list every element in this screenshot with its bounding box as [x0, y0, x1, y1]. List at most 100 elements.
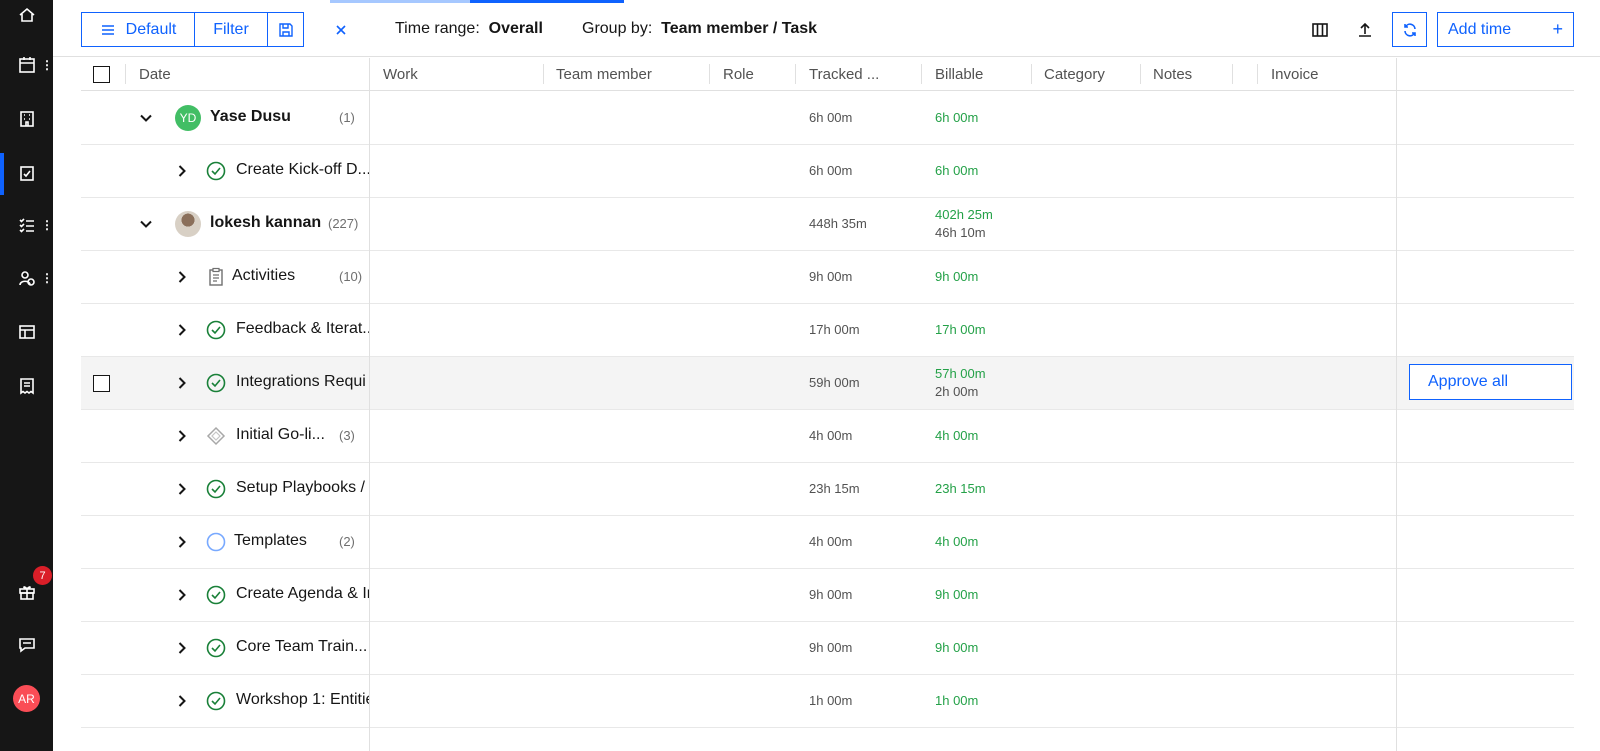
billable-value: 4h 00m — [935, 534, 979, 549]
chevron-right-icon[interactable] — [175, 164, 189, 178]
task-row[interactable]: Setup Playbooks / I 23h 15m 23h 15m — [81, 463, 1574, 516]
chevron-down-icon[interactable] — [139, 111, 153, 125]
receipt-icon[interactable] — [0, 366, 53, 406]
people-icon[interactable]: ⋮ — [0, 258, 53, 298]
chevron-right-icon[interactable] — [175, 323, 189, 337]
chevron-right-icon[interactable] — [175, 641, 189, 655]
column-header-notes[interactable]: Notes — [1153, 66, 1192, 83]
columns-button[interactable] — [1302, 12, 1337, 47]
column-divider — [921, 64, 922, 84]
billable-value: 9h 00m — [935, 587, 979, 602]
column-header-tracked[interactable]: Tracked ... — [809, 66, 879, 83]
chevron-right-icon[interactable] — [175, 694, 189, 708]
time-range-selector[interactable]: Time range: Overall — [395, 20, 543, 38]
task-name[interactable]: Initial Go-li... — [236, 426, 325, 444]
save-view-button[interactable] — [267, 12, 304, 47]
task-name[interactable]: Integrations Requi — [236, 373, 366, 391]
task-row[interactable]: Activities (10) 9h 00m 9h 00m — [81, 251, 1574, 304]
add-time-button[interactable]: Add time + — [1437, 12, 1574, 47]
select-all-checkbox[interactable] — [93, 66, 110, 83]
group-by-label: Group by: — [582, 20, 653, 37]
chevron-right-icon[interactable] — [175, 429, 189, 443]
tracked-value: 17h 00m — [809, 322, 860, 337]
member-name: Yase Dusu — [210, 108, 291, 125]
column-divider — [1232, 64, 1233, 84]
tracked-value: 9h 00m — [809, 587, 853, 602]
more-icon[interactable]: ⋮ — [41, 270, 53, 286]
task-name[interactable]: Feedback & Iterat... — [236, 320, 369, 338]
task-row[interactable]: Feedback & Iterat... 17h 00m 17h 00m — [81, 304, 1574, 357]
task-name[interactable]: Workshop 1: Entitie — [236, 691, 369, 709]
refresh-button[interactable] — [1392, 12, 1427, 47]
column-header-role[interactable]: Role — [723, 66, 754, 83]
menu-icon — [101, 24, 114, 35]
action-column-divider — [1396, 58, 1397, 751]
task-row[interactable]: Integrations Requi 59h 00m 57h 00m 2h 00m Ap… — [81, 357, 1574, 410]
member-group-row[interactable]: YD Yase Dusu (1) 6h 00m 6h 00m — [81, 92, 1574, 145]
building-icon[interactable] — [0, 99, 53, 139]
column-header-date[interactable]: Date — [139, 66, 171, 83]
task-name[interactable]: Create Kick-off D... — [236, 161, 369, 179]
member-name: lokesh kannan — [210, 214, 322, 231]
chevron-right-icon[interactable] — [175, 535, 189, 549]
tracked-value: 59h 00m — [809, 375, 860, 390]
column-header-billable[interactable]: Billable — [935, 66, 983, 83]
filter-button[interactable]: Filter — [194, 12, 268, 47]
checklist-icon[interactable]: ⋮ — [0, 205, 53, 245]
column-header-team-member[interactable]: Team member — [556, 66, 652, 83]
chevron-down-icon[interactable] — [139, 217, 153, 231]
task-row[interactable]: Templates (2) 4h 00m 4h 00m — [81, 516, 1574, 569]
tracked-value: 6h 00m — [809, 110, 853, 125]
export-button[interactable] — [1347, 12, 1382, 47]
task-name[interactable]: Create Agenda & Ir — [236, 585, 369, 603]
task-row[interactable]: Workshop 1: Entitie 1h 00m 1h 00m — [81, 675, 1574, 728]
check-circle-icon — [206, 373, 226, 393]
plus-icon: + — [1552, 19, 1563, 39]
row-checkbox[interactable] — [93, 375, 110, 392]
clipboard-icon — [206, 267, 226, 287]
task-name[interactable]: Core Team Train... — [236, 638, 367, 656]
task-row[interactable]: Initial Go-li... (3) 4h 00m 4h 00m — [81, 410, 1574, 463]
billable-value: 9h 00m — [935, 269, 979, 284]
task-name[interactable]: Setup Playbooks / I — [236, 479, 369, 497]
columns-icon — [1311, 22, 1328, 37]
item-count: (227) — [328, 216, 359, 231]
calendar-icon[interactable]: ⋮ — [0, 45, 53, 85]
billable-value: 6h 00m — [935, 163, 979, 178]
timesheet-icon[interactable] — [0, 153, 53, 193]
view-default-button[interactable]: Default — [81, 12, 195, 47]
home-icon[interactable] — [0, 0, 53, 35]
notification-badge: 7 — [33, 566, 52, 585]
column-divider — [1140, 64, 1141, 84]
clear-filter-button[interactable] — [323, 12, 358, 47]
column-header-invoice[interactable]: Invoice — [1271, 66, 1319, 83]
chevron-right-icon[interactable] — [175, 376, 189, 390]
task-row[interactable]: Create Agenda & Ir 9h 00m 9h 00m — [81, 569, 1574, 622]
approve-all-button[interactable]: Approve all — [1409, 364, 1572, 400]
item-count: (3) — [339, 428, 355, 443]
chevron-right-icon[interactable] — [175, 588, 189, 602]
column-header-work[interactable]: Work — [383, 66, 418, 83]
column-header-category[interactable]: Category — [1044, 66, 1105, 83]
billable-value: 9h 00m — [935, 640, 979, 655]
check-circle-icon — [206, 638, 226, 658]
task-row[interactable]: Core Team Train... 9h 00m 9h 00m — [81, 622, 1574, 675]
task-row[interactable]: Create Kick-off D... 6h 00m 6h 00m — [81, 145, 1574, 198]
layout-icon[interactable] — [0, 312, 53, 352]
column-divider — [543, 64, 544, 84]
tracked-value: 4h 00m — [809, 534, 853, 549]
task-name[interactable]: Activities — [232, 267, 295, 285]
member-group-row[interactable]: lokesh kannan (227) 448h 35m 402h 25m 46h 10… — [81, 198, 1574, 251]
user-avatar[interactable]: AR — [13, 685, 40, 712]
chat-icon[interactable] — [0, 625, 53, 665]
tracked-value: 23h 15m — [809, 481, 860, 496]
more-icon[interactable]: ⋮ — [41, 57, 53, 73]
chevron-right-icon[interactable] — [175, 270, 189, 284]
group-by-selector[interactable]: Group by: Team member / Task — [582, 20, 817, 38]
frozen-column-divider — [369, 58, 370, 751]
chevron-right-icon[interactable] — [175, 482, 189, 496]
non-billable-value: 46h 10m — [935, 225, 986, 240]
more-icon[interactable]: ⋮ — [41, 217, 53, 233]
task-name[interactable]: Templates — [234, 532, 307, 550]
column-divider — [125, 64, 126, 84]
